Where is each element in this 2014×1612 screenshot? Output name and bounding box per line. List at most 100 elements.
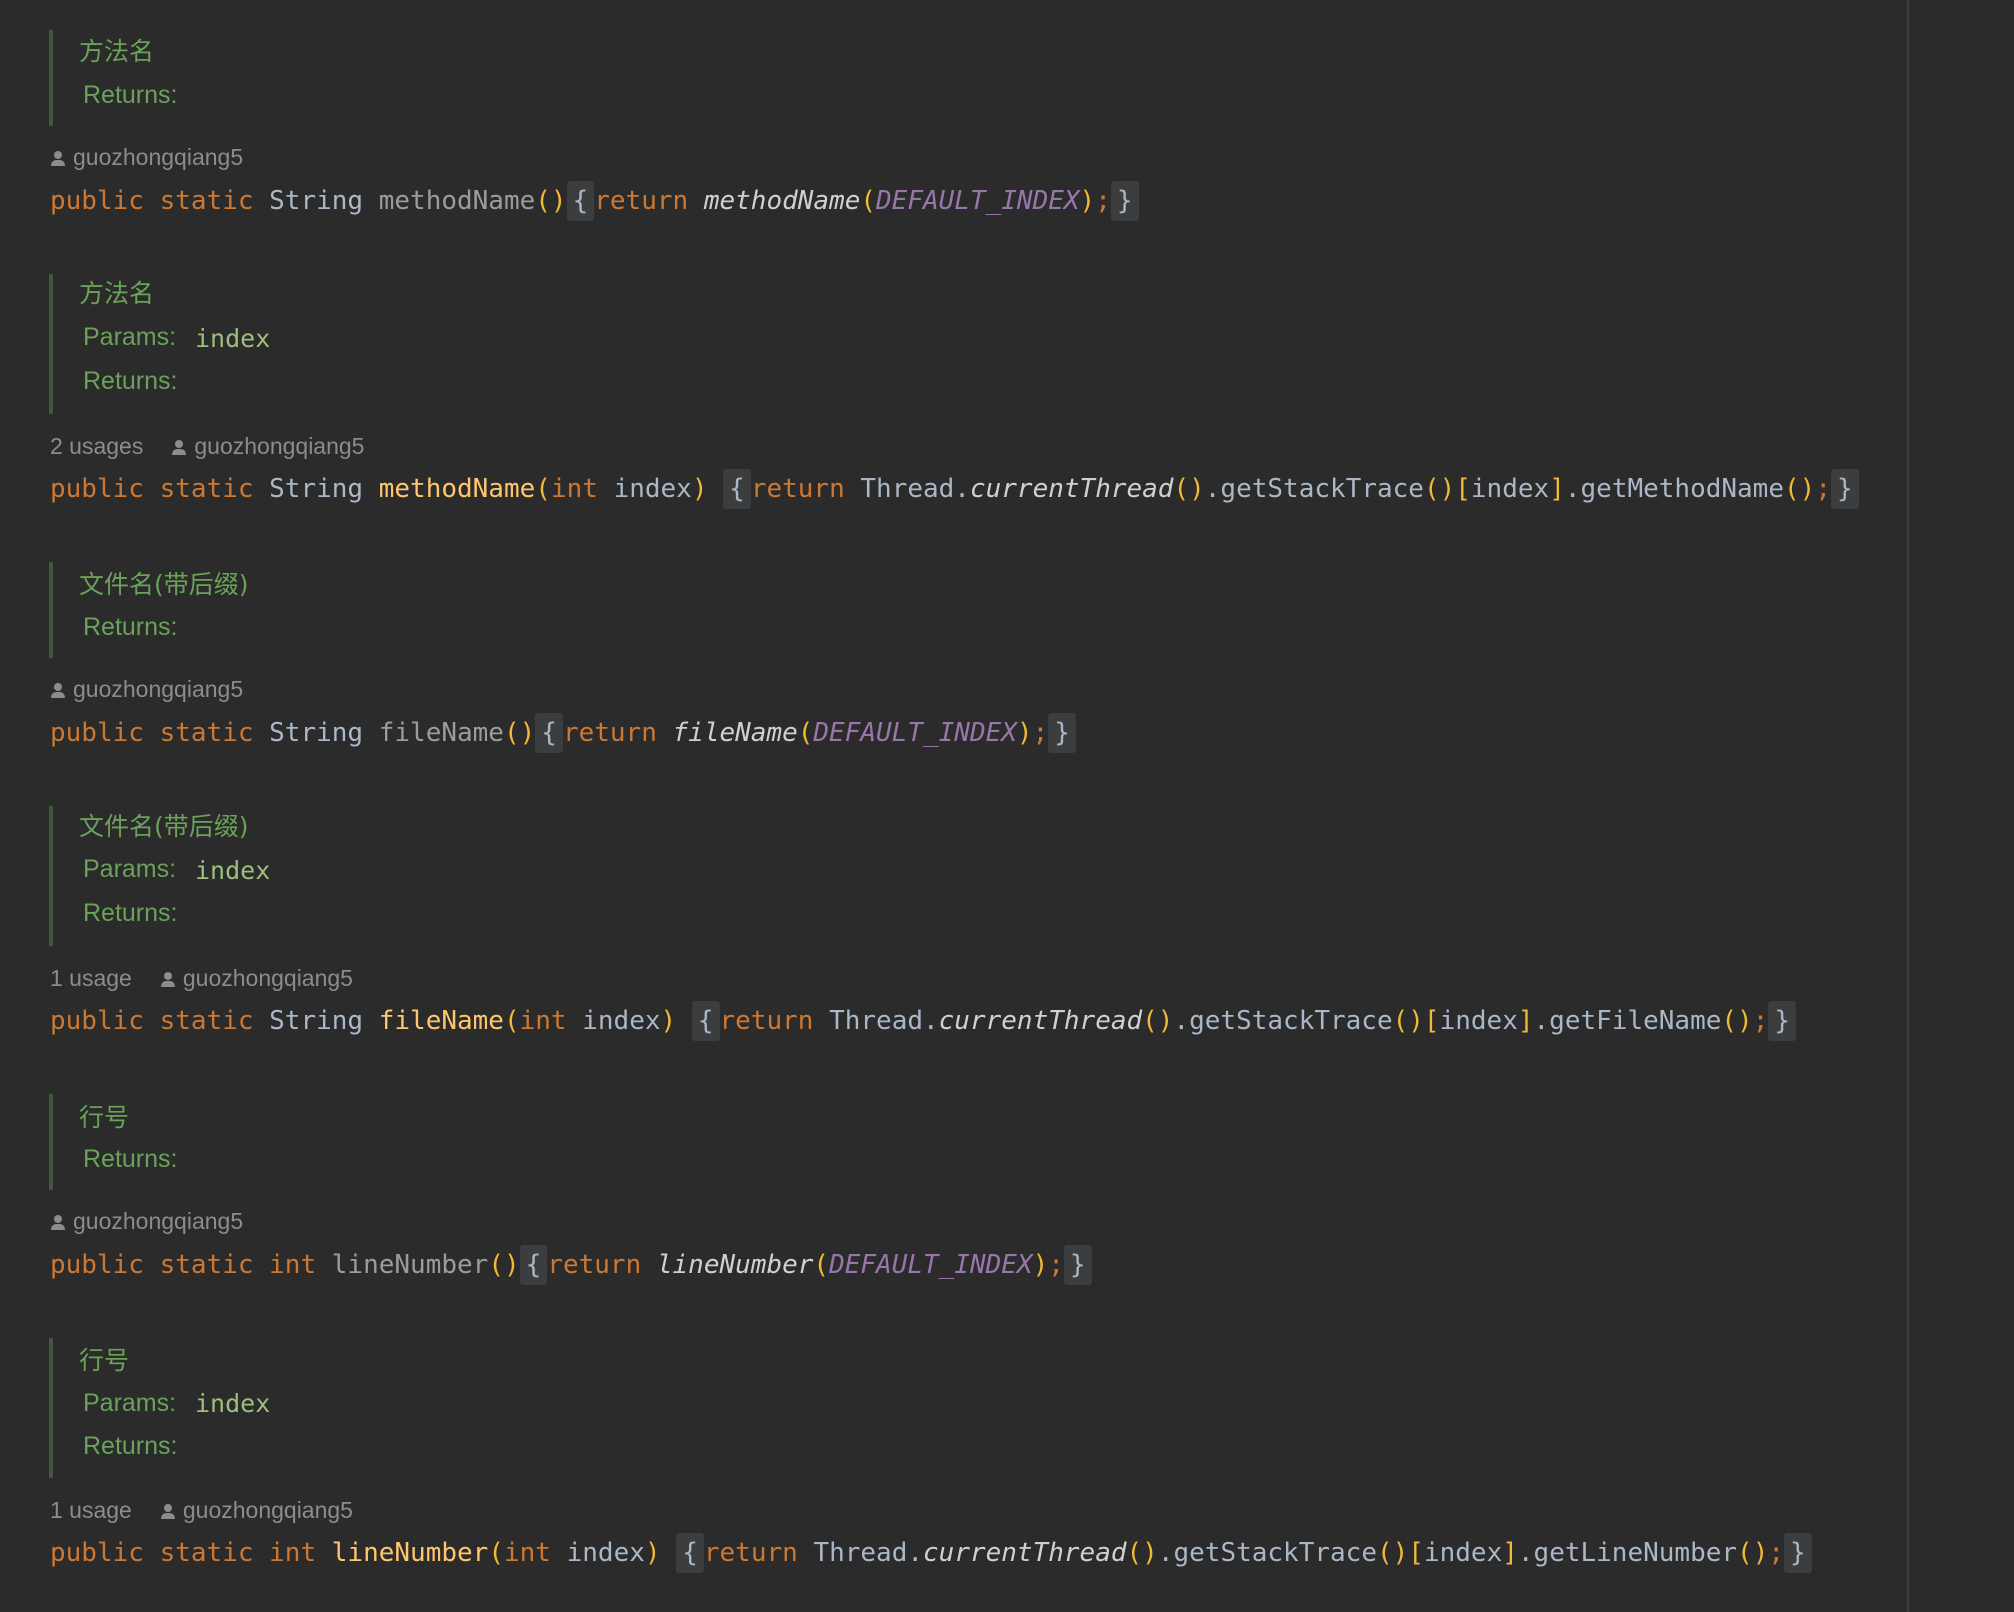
chain-call[interactable]: .getLineNumber — [1518, 1538, 1737, 1568]
fold-open-brace[interactable]: { — [566, 181, 595, 221]
code-line[interactable]: public static int lineNumber(){return li… — [50, 1245, 1092, 1285]
static-call[interactable]: currentThread — [970, 474, 1174, 504]
code-line[interactable]: public static int lineNumber(int index) … — [50, 1533, 1812, 1573]
fold-open-brace[interactable]: { — [691, 1001, 720, 1041]
static-call[interactable]: currentThread — [939, 1006, 1143, 1036]
code-line[interactable]: public static String fileName(){return f… — [50, 713, 1076, 753]
javadoc-block: 行号 Returns: — [49, 1094, 1253, 1190]
class-ref[interactable]: Thread. — [813, 1538, 923, 1568]
keyword-public: public — [50, 186, 144, 216]
author-name[interactable]: guozhongqiang5 — [183, 1497, 353, 1523]
method-name[interactable]: methodName — [379, 474, 536, 504]
index-expr[interactable]: index — [1424, 1538, 1502, 1568]
method-name[interactable]: fileName — [379, 718, 504, 748]
method-name[interactable]: fileName — [379, 1006, 504, 1036]
doc-title: 行号 — [79, 1103, 130, 1132]
usages-count[interactable]: 1 usage — [50, 963, 132, 993]
keyword-return: return — [594, 186, 689, 216]
param-name[interactable]: index — [582, 1006, 660, 1036]
code-vision-hint[interactable]: guozhongqiang5 — [50, 674, 243, 704]
semicolon: ; — [1768, 1538, 1785, 1568]
static-call[interactable]: currentThread — [923, 1538, 1127, 1568]
code-vision-hint[interactable]: 1 usage guozhongqiang5 — [50, 1495, 353, 1525]
code-vision-hint[interactable]: 2 usages guozhongqiang5 — [50, 431, 364, 461]
javadoc-block: 文件名(带后缀) Returns: — [49, 562, 1253, 658]
return-type[interactable]: String — [269, 186, 363, 216]
method-name[interactable]: lineNumber — [332, 1250, 489, 1280]
fold-close-brace[interactable]: } — [1768, 1001, 1796, 1041]
semicolon: ; — [1752, 1006, 1769, 1036]
constant-ref[interactable]: DEFAULT_INDEX — [829, 1250, 1033, 1280]
fold-open-brace[interactable]: { — [676, 1533, 704, 1573]
fold-open-brace[interactable]: { — [535, 713, 563, 753]
fold-close-brace[interactable]: } — [1048, 713, 1076, 753]
person-icon — [160, 970, 176, 988]
fold-open-brace[interactable]: { — [723, 469, 751, 509]
doc-params-label: Params: — [83, 855, 177, 883]
author-name[interactable]: guozhongqiang5 — [73, 1208, 243, 1234]
code-line[interactable]: public static String methodName(){return… — [50, 181, 1139, 221]
parameter-parens: () — [503, 718, 536, 748]
call-close-paren: ) — [1032, 1250, 1049, 1280]
fold-close-brace[interactable]: } — [1110, 181, 1139, 221]
method-name[interactable]: lineNumber — [332, 1538, 489, 1568]
method-call[interactable]: lineNumber — [657, 1250, 814, 1280]
code-line[interactable]: public static String fileName(int index)… — [50, 1001, 1796, 1041]
chain-call[interactable]: .getStackTrace — [1173, 1006, 1392, 1036]
return-type[interactable]: String — [269, 1006, 363, 1036]
method-name[interactable]: methodName — [379, 186, 536, 216]
return-type[interactable]: int — [269, 1538, 316, 1568]
doc-title: 文件名(带后缀) — [79, 812, 249, 841]
fold-close-brace[interactable]: } — [1830, 469, 1859, 509]
return-type[interactable]: String — [269, 718, 363, 748]
doc-title: 行号 — [79, 1346, 130, 1375]
chain-call[interactable]: .getFileName — [1534, 1006, 1722, 1036]
call-open-paren: ( — [797, 718, 814, 748]
class-ref[interactable]: Thread. — [860, 474, 970, 504]
code-vision-hint[interactable]: 1 usage guozhongqiang5 — [50, 963, 353, 993]
semicolon: ; — [1048, 1250, 1064, 1280]
param-name[interactable]: index — [614, 474, 692, 504]
usages-count[interactable]: 1 usage — [50, 1495, 132, 1525]
param-name[interactable]: index — [567, 1538, 645, 1568]
usages-count[interactable]: 2 usages — [50, 431, 143, 461]
param-type: int — [519, 1006, 567, 1036]
param-type: int — [503, 1538, 551, 1568]
person-icon — [171, 438, 187, 456]
index-expr[interactable]: index — [1440, 1006, 1518, 1036]
index-expr[interactable]: index — [1471, 474, 1549, 504]
param-type: int — [550, 474, 598, 504]
doc-param-name: index — [195, 1389, 271, 1418]
javadoc-block: 文件名(带后缀) Params: index Returns: — [49, 806, 1253, 946]
code-vision-hint[interactable]: guozhongqiang5 — [50, 1206, 243, 1236]
return-type[interactable]: String — [269, 474, 363, 504]
code-line[interactable]: public static String methodName(int inde… — [50, 469, 1859, 509]
keyword-static: static — [159, 474, 254, 504]
author-name[interactable]: guozhongqiang5 — [73, 676, 243, 702]
semicolon: ; — [1815, 474, 1831, 504]
doc-returns-label: Returns: — [83, 1432, 178, 1460]
code-editor[interactable]: 方法名 Returns: guozhongqiang5 public stati… — [0, 0, 1907, 1612]
keyword-return: return — [703, 1538, 798, 1568]
chain-call[interactable]: .getStackTrace — [1158, 1538, 1377, 1568]
author-name[interactable]: guozhongqiang5 — [183, 965, 353, 991]
constant-ref[interactable]: DEFAULT_INDEX — [876, 186, 1080, 216]
doc-returns-label: Returns: — [83, 1145, 178, 1173]
author-name[interactable]: guozhongqiang5 — [73, 144, 243, 170]
keyword-public: public — [50, 1250, 144, 1280]
keyword-public: public — [50, 1538, 144, 1568]
method-call[interactable]: fileName — [673, 718, 798, 748]
fold-close-brace[interactable]: } — [1063, 1245, 1092, 1285]
constant-ref[interactable]: DEFAULT_INDEX — [813, 718, 1017, 748]
keyword-public: public — [50, 474, 144, 504]
method-call[interactable]: methodName — [704, 186, 861, 216]
javadoc-block: 行号 Params: index Returns: — [49, 1338, 1253, 1478]
author-name[interactable]: guozhongqiang5 — [194, 433, 364, 459]
return-type[interactable]: int — [269, 1250, 316, 1280]
chain-call[interactable]: .getStackTrace — [1205, 474, 1424, 504]
chain-call[interactable]: .getMethodName — [1565, 474, 1784, 504]
fold-open-brace[interactable]: { — [519, 1245, 548, 1285]
code-vision-hint[interactable]: guozhongqiang5 — [50, 142, 243, 172]
class-ref[interactable]: Thread. — [829, 1006, 939, 1036]
fold-close-brace[interactable]: } — [1784, 1533, 1812, 1573]
